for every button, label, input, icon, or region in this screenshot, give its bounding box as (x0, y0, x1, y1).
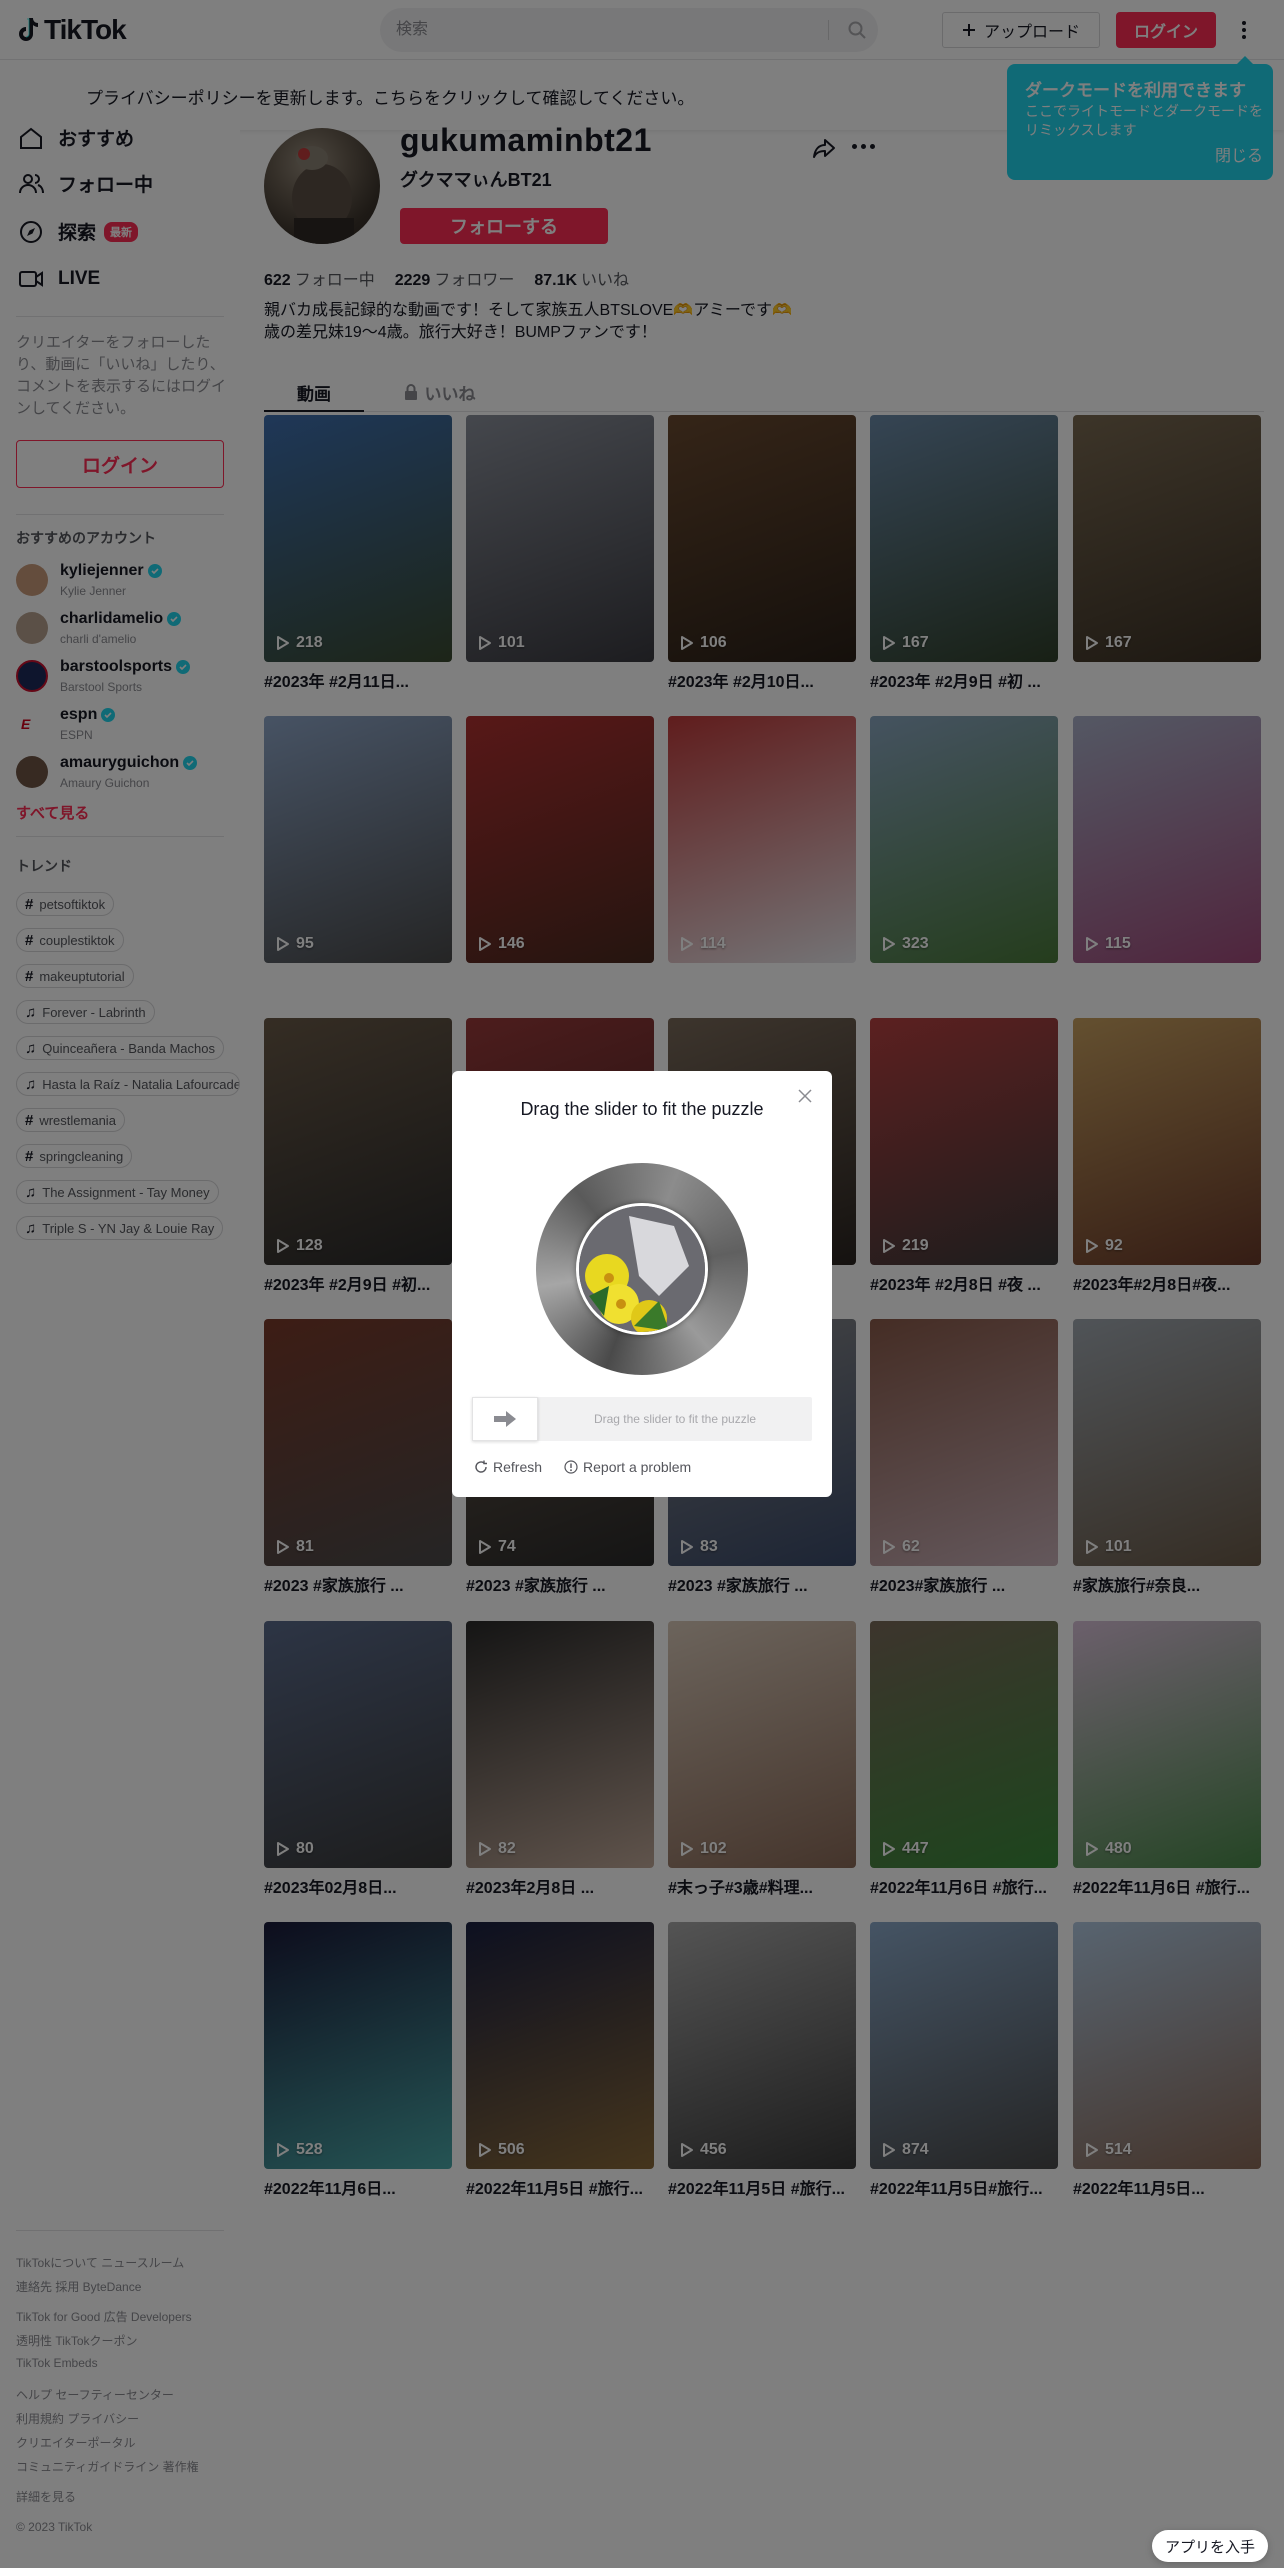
captcha-slider-hint: Drag the slider to fit the puzzle (593, 1412, 757, 1426)
arrow-right-icon (494, 1411, 516, 1427)
flower-image (579, 1206, 705, 1332)
refresh-button[interactable]: Refresh (474, 1459, 542, 1475)
captcha-title: Drag the slider to fit the puzzle (520, 1099, 764, 1119)
info-icon (564, 1460, 578, 1474)
captcha-puzzle-image (536, 1163, 748, 1375)
get-app-button[interactable]: アプリを入手 (1152, 2530, 1268, 2562)
refresh-icon (475, 1460, 487, 1473)
report-problem-button[interactable]: Report a problem (564, 1459, 691, 1475)
close-icon[interactable] (796, 1087, 814, 1105)
captcha-puzzle-piece (576, 1203, 708, 1335)
captcha-slider-handle[interactable] (472, 1397, 538, 1441)
captcha-slider-track[interactable]: Drag the slider to fit the puzzle (472, 1397, 812, 1441)
report-problem-label: Report a problem (583, 1459, 692, 1475)
refresh-label: Refresh (493, 1459, 543, 1475)
captcha-modal: Drag the slider to fit the puzzle Drag t… (452, 1071, 832, 1497)
captcha-actions: Refresh Report a problem (474, 1459, 691, 1475)
